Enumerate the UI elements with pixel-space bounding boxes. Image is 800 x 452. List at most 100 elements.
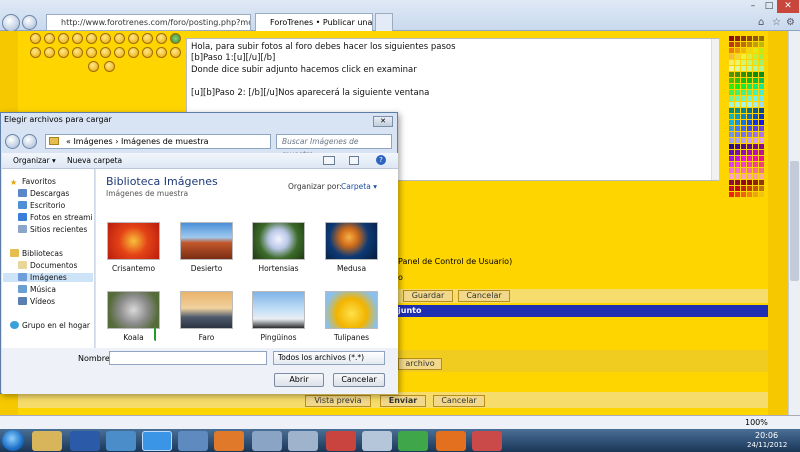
- smiley-icon[interactable]: [142, 33, 153, 44]
- color-swatch[interactable]: [729, 162, 734, 167]
- taskbar-player-icon[interactable]: [214, 431, 244, 451]
- color-swatch[interactable]: [741, 42, 746, 47]
- color-swatch[interactable]: [747, 186, 752, 191]
- favorites-star-icon[interactable]: ☆: [772, 17, 781, 28]
- color-swatch[interactable]: [741, 132, 746, 137]
- color-swatch[interactable]: [753, 150, 758, 155]
- color-swatch[interactable]: [735, 150, 740, 155]
- help-icon[interactable]: ?: [376, 155, 386, 165]
- color-swatch[interactable]: [741, 108, 746, 113]
- color-swatch[interactable]: [735, 120, 740, 125]
- taskbar-media-icon[interactable]: [106, 431, 136, 451]
- smiley-icon[interactable]: [142, 47, 153, 58]
- color-swatch[interactable]: [753, 114, 758, 119]
- smiley-icon[interactable]: [156, 47, 167, 58]
- color-swatch[interactable]: [759, 150, 764, 155]
- color-swatch[interactable]: [747, 84, 752, 89]
- open-button[interactable]: Abrir: [274, 373, 324, 387]
- color-swatch[interactable]: [741, 174, 746, 179]
- taskbar-cloud-icon[interactable]: [362, 431, 392, 451]
- nav-favoritos[interactable]: ★ Favoritos: [10, 177, 56, 187]
- smiley-icon[interactable]: [170, 47, 181, 58]
- color-swatch[interactable]: [747, 90, 752, 95]
- color-swatch[interactable]: [759, 102, 764, 107]
- color-swatch[interactable]: [747, 168, 752, 173]
- dialog-close-button[interactable]: ✕: [373, 116, 393, 127]
- color-swatch[interactable]: [729, 60, 734, 65]
- smiley-icon[interactable]: [104, 61, 115, 72]
- smiley-icon[interactable]: [86, 47, 97, 58]
- color-swatch[interactable]: [729, 48, 734, 53]
- color-swatch[interactable]: [753, 126, 758, 131]
- nav-grupo-hogar[interactable]: Grupo en el hogar: [10, 321, 90, 330]
- color-swatch[interactable]: [747, 42, 752, 47]
- color-swatch[interactable]: [759, 36, 764, 41]
- color-swatch[interactable]: [759, 78, 764, 83]
- color-swatch[interactable]: [741, 36, 746, 41]
- color-swatch[interactable]: [729, 114, 734, 119]
- color-swatch[interactable]: [759, 138, 764, 143]
- color-swatch[interactable]: [747, 180, 752, 185]
- color-swatch[interactable]: [759, 90, 764, 95]
- color-swatch[interactable]: [747, 150, 752, 155]
- color-swatch[interactable]: [753, 84, 758, 89]
- color-swatch[interactable]: [735, 66, 740, 71]
- back-button[interactable]: [2, 14, 20, 32]
- smiley-icon[interactable]: [128, 47, 139, 58]
- color-swatch[interactable]: [753, 162, 758, 167]
- taskbar-chrome-icon[interactable]: [398, 431, 428, 451]
- smiley-icon[interactable]: [86, 33, 97, 44]
- color-swatch[interactable]: [747, 138, 752, 143]
- color-swatch[interactable]: [753, 78, 758, 83]
- color-swatch[interactable]: [741, 156, 746, 161]
- color-swatch[interactable]: [735, 180, 740, 185]
- nav-videos[interactable]: Vídeos: [18, 297, 55, 306]
- color-swatch[interactable]: [729, 144, 734, 149]
- dialog-back-button[interactable]: [5, 134, 20, 149]
- color-swatch[interactable]: [729, 96, 734, 101]
- color-swatch[interactable]: [729, 168, 734, 173]
- color-swatch[interactable]: [759, 132, 764, 137]
- nav-documentos[interactable]: Documentos: [18, 261, 77, 270]
- color-swatch[interactable]: [729, 42, 734, 47]
- color-swatch[interactable]: [747, 126, 752, 131]
- color-swatch[interactable]: [741, 90, 746, 95]
- color-swatch[interactable]: [741, 186, 746, 191]
- color-swatch[interactable]: [735, 96, 740, 101]
- color-swatch[interactable]: [741, 144, 746, 149]
- color-swatch[interactable]: [753, 60, 758, 65]
- color-swatch[interactable]: [753, 186, 758, 191]
- thumbnail-koala[interactable]: [107, 291, 160, 329]
- color-swatch[interactable]: [729, 36, 734, 41]
- taskbar-firefox-icon[interactable]: [436, 431, 466, 451]
- thumbnail-desierto[interactable]: [180, 222, 233, 260]
- color-swatch[interactable]: [729, 150, 734, 155]
- cancel-button[interactable]: Cancelar: [333, 373, 385, 387]
- color-swatch[interactable]: [741, 48, 746, 53]
- color-swatch[interactable]: [753, 144, 758, 149]
- color-swatch[interactable]: [735, 174, 740, 179]
- submit-button[interactable]: Enviar: [380, 395, 426, 407]
- color-swatch[interactable]: [729, 126, 734, 131]
- color-swatch[interactable]: [759, 72, 764, 77]
- color-swatch[interactable]: [747, 162, 752, 167]
- nav-musica[interactable]: Música: [18, 285, 56, 294]
- color-swatch[interactable]: [747, 156, 752, 161]
- nav-descargas[interactable]: Descargas: [18, 189, 69, 198]
- smiley-icon[interactable]: [58, 33, 69, 44]
- color-swatch[interactable]: [753, 120, 758, 125]
- organize-button[interactable]: Organizar ▾: [13, 156, 56, 165]
- cancel-post-button[interactable]: Cancelar: [433, 395, 485, 407]
- color-swatch[interactable]: [759, 156, 764, 161]
- color-swatch[interactable]: [753, 168, 758, 173]
- color-swatch[interactable]: [741, 72, 746, 77]
- color-swatch[interactable]: [729, 90, 734, 95]
- color-swatch[interactable]: [747, 66, 752, 71]
- color-swatch[interactable]: [753, 90, 758, 95]
- color-swatch[interactable]: [729, 120, 734, 125]
- view-icon[interactable]: [323, 156, 335, 165]
- smiley-icon[interactable]: [58, 47, 69, 58]
- color-swatch[interactable]: [735, 126, 740, 131]
- color-swatch[interactable]: [741, 162, 746, 167]
- color-swatch[interactable]: [729, 102, 734, 107]
